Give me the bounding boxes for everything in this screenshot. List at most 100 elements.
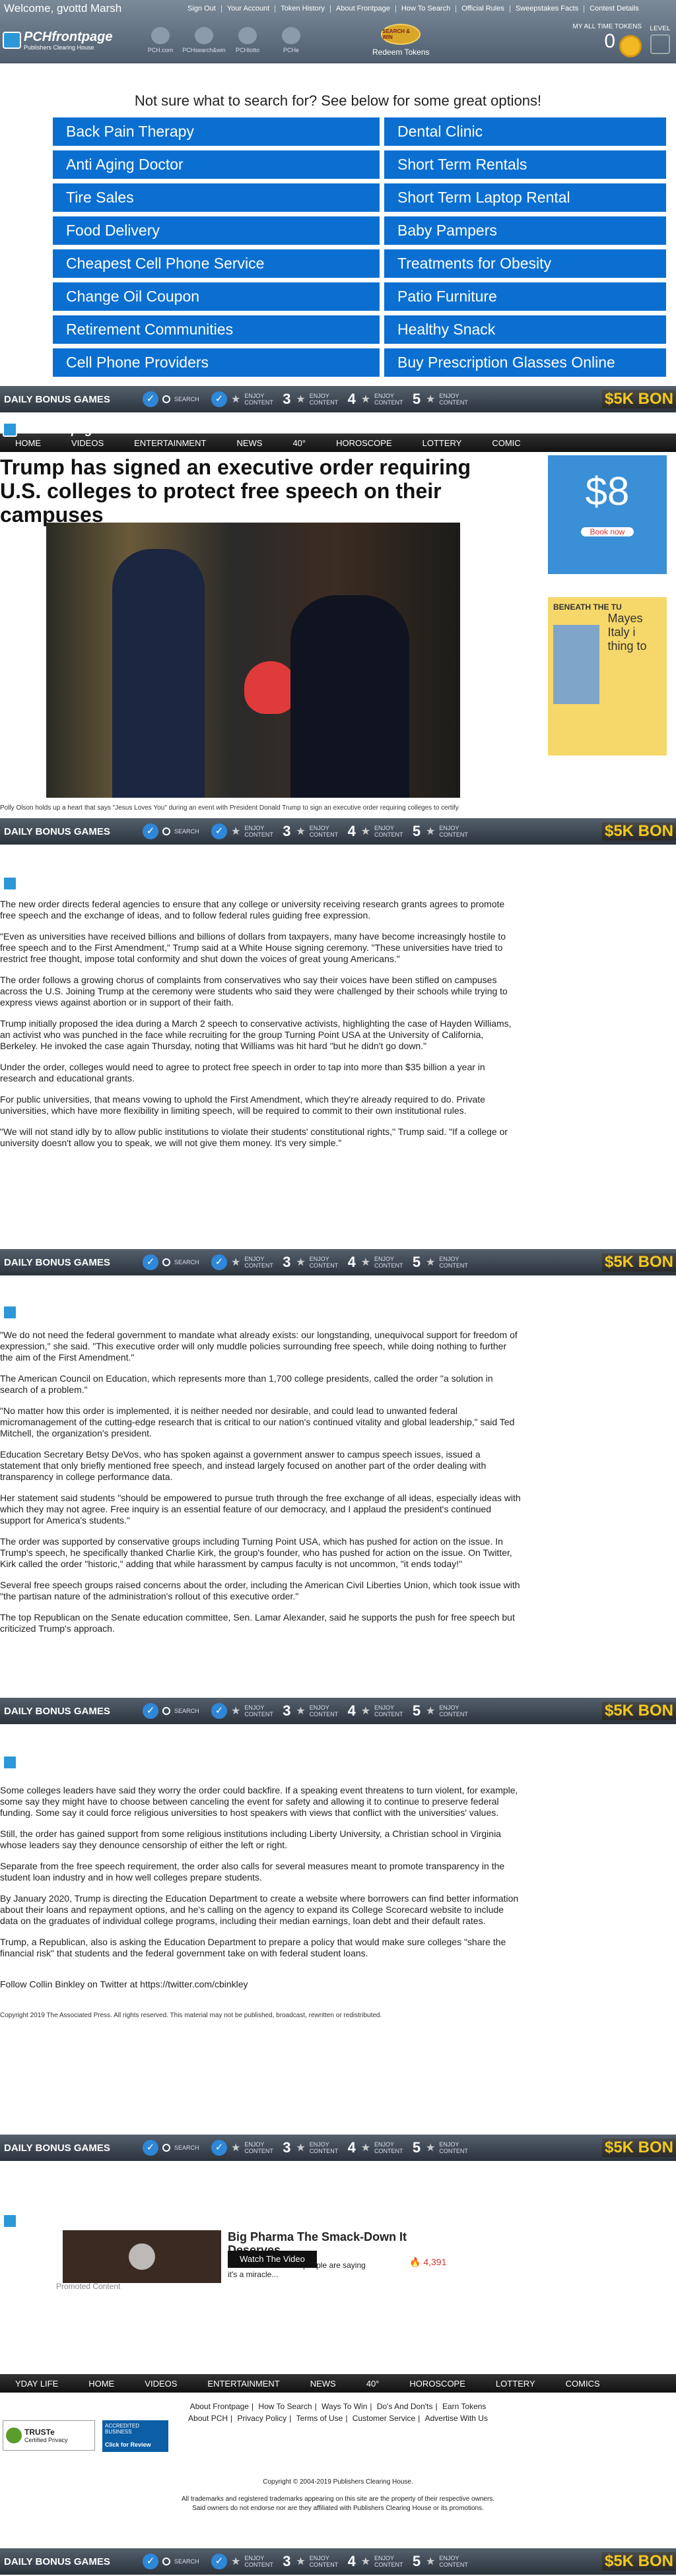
- bonus-4[interactable]: 4 ★ ENJOY CONTENT: [347, 1702, 406, 1720]
- nav-pch[interactable]: PCH.com: [139, 27, 182, 53]
- bonus-4[interactable]: 4 ★ ENJOY CONTENT: [347, 823, 406, 840]
- bonus-3[interactable]: 3 ★ ENJOY CONTENT: [281, 391, 341, 408]
- bonus-4[interactable]: 4 ★ ENJOY CONTENT: [347, 1254, 406, 1271]
- bonus-search[interactable]: ✓ SEARCH: [143, 391, 206, 407]
- nav-horoscope[interactable]: HOROSCOPE: [394, 2379, 481, 2389]
- bonus-search[interactable]: ✓ SEARCH: [143, 2140, 206, 2156]
- your-account-link[interactable]: Your Account: [220, 5, 275, 13]
- bonus-search[interactable]: ✓ SEARCH: [143, 823, 206, 839]
- truste-badge[interactable]: TRUSTe Certified Privacy: [3, 2420, 95, 2451]
- token-history-link[interactable]: Token History: [275, 5, 330, 13]
- bonus-3[interactable]: 3 ★ ENJOY CONTENT: [281, 1254, 341, 1271]
- footer-link[interactable]: Earn Tokens: [440, 2402, 489, 2411]
- nav-home[interactable]: HOME: [73, 2379, 129, 2389]
- footer-link[interactable]: Ways To Win: [319, 2402, 370, 2411]
- suggestion-link[interactable]: Retirement Communities: [53, 315, 380, 344]
- nav-comics[interactable]: COMICS: [551, 2379, 615, 2389]
- bonus-search[interactable]: ✓ SEARCH: [143, 1254, 206, 1270]
- bonus-5[interactable]: 5 ★ ENJOY CONTENT: [411, 1702, 471, 1720]
- bonus-3[interactable]: 3 ★ ENJOY CONTENT: [281, 2139, 341, 2156]
- ad-banner-2[interactable]: BENEATH THE TU Mayes Italy i thing to: [548, 597, 667, 756]
- bonus-4[interactable]: 4 ★ ENJOY CONTENT: [347, 2553, 406, 2570]
- suggestion-link[interactable]: Back Pain Therapy: [53, 117, 380, 146]
- footer-link[interactable]: About PCH: [186, 2414, 230, 2423]
- suggestion-link[interactable]: Cheapest Cell Phone Service: [53, 249, 380, 278]
- how-to-search-link[interactable]: How To Search: [395, 5, 456, 13]
- ad-banner-1[interactable]: $8 Book now: [548, 455, 667, 574]
- bonus-enjoy[interactable]: ✓ ★ ENJOY CONTENT: [211, 391, 276, 407]
- bonus-5[interactable]: 5 ★ ENJOY CONTENT: [411, 2139, 471, 2156]
- bonus-4[interactable]: 4 ★ ENJOY CONTENT: [347, 391, 406, 408]
- bonus-enjoy[interactable]: ✓ ★ ENJOY CONTENT: [211, 2140, 276, 2156]
- bonus-3[interactable]: 3 ★ ENJOY CONTENT: [281, 1702, 341, 1720]
- bonus-prize[interactable]: $5K BON: [601, 1253, 676, 1272]
- nav-news[interactable]: NEWS: [295, 2379, 351, 2389]
- footer-link[interactable]: Privacy Policy: [235, 2414, 290, 2423]
- nav-search-win[interactable]: PCHsearch&win: [182, 27, 226, 53]
- bonus-5[interactable]: 5 ★ ENJOY CONTENT: [411, 391, 471, 408]
- floating-logo[interactable]: PCHfrontpage: [3, 416, 99, 443]
- nav-entertainment[interactable]: ENTERTAINMENT: [119, 438, 221, 448]
- suggestion-link[interactable]: Anti Aging Doctor: [53, 150, 380, 179]
- bonus-prize[interactable]: $5K BON: [601, 2139, 676, 2157]
- bonus-5[interactable]: 5 ★ ENJOY CONTENT: [411, 823, 471, 840]
- nav-lottery[interactable]: LOTTERY: [481, 2379, 551, 2389]
- suggestion-link[interactable]: Cell Phone Providers: [53, 348, 380, 377]
- bonus-enjoy[interactable]: ✓ ★ ENJOY CONTENT: [211, 1254, 276, 1270]
- suggestion-link[interactable]: Baby Pampers: [384, 216, 666, 245]
- official-rules-link[interactable]: Official Rules: [456, 5, 510, 13]
- bonus-enjoy[interactable]: ✓ ★ ENJOY CONTENT: [211, 2554, 276, 2569]
- nav-comics[interactable]: COMIC: [477, 438, 535, 448]
- contest-details-link[interactable]: Contest Details: [584, 5, 644, 13]
- bonus-5[interactable]: 5 ★ ENJOY CONTENT: [411, 2553, 471, 2570]
- floating-logo[interactable]: PCHfrontpage: [3, 870, 99, 897]
- floating-logo[interactable]: PCHfrontpage: [3, 1749, 99, 1776]
- bbb-badge[interactable]: ACCREDITED BUSINESS Click for Review: [102, 2420, 168, 2452]
- footer-link[interactable]: Customer Service: [350, 2414, 418, 2423]
- suggestion-link[interactable]: Dental Clinic: [384, 117, 666, 146]
- suggestion-link[interactable]: Food Delivery: [53, 216, 380, 245]
- floating-logo[interactable]: PCHfrontpage: [3, 1299, 99, 1326]
- nav-e[interactable]: PCHe: [269, 27, 313, 53]
- footer-link[interactable]: Advertise With Us: [422, 2414, 490, 2423]
- bonus-3[interactable]: 3 ★ ENJOY CONTENT: [281, 2553, 341, 2570]
- pch-logo[interactable]: PCHfrontpage Publishers Clearing House: [3, 27, 128, 53]
- follow-author[interactable]: Follow Collin Binkley on Twitter at http…: [0, 1979, 522, 1990]
- bonus-enjoy[interactable]: ✓ ★ ENJOY CONTENT: [211, 823, 276, 839]
- nav-entertainment[interactable]: ENTERTAINMENT: [192, 2379, 294, 2389]
- nav-videos[interactable]: VIDEOS: [129, 2379, 192, 2389]
- suggestion-link[interactable]: Buy Prescription Glasses Online: [384, 348, 666, 377]
- footer-link[interactable]: Do's And Don'ts: [374, 2402, 436, 2411]
- suggestion-link[interactable]: Healthy Snack: [384, 315, 666, 344]
- weather-temp[interactable]: 40°: [351, 2379, 395, 2389]
- suggestion-link[interactable]: Tire Sales: [53, 183, 380, 212]
- bonus-5[interactable]: 5 ★ ENJOY CONTENT: [411, 1254, 471, 1271]
- nav-lotto[interactable]: PCHlotto: [226, 27, 269, 53]
- bonus-enjoy[interactable]: ✓ ★ ENJOY CONTENT: [211, 1703, 276, 1719]
- bonus-4[interactable]: 4 ★ ENJOY CONTENT: [347, 2139, 406, 2156]
- nav-news[interactable]: NEWS: [221, 438, 277, 448]
- bonus-prize[interactable]: $5K BON: [601, 1702, 676, 1720]
- redeem-tokens-button[interactable]: SEARCH & WIN Redeem Tokens: [372, 24, 430, 57]
- suggestion-link[interactable]: Treatments for Obesity: [384, 249, 666, 278]
- footer-link[interactable]: How To Search: [255, 2402, 314, 2411]
- bonus-prize[interactable]: $5K BON: [601, 822, 676, 841]
- bonus-prize[interactable]: $5K BON: [601, 390, 676, 408]
- footer-link[interactable]: Terms of Use: [294, 2414, 346, 2423]
- bonus-3[interactable]: 3 ★ ENJOY CONTENT: [281, 823, 341, 840]
- bonus-search[interactable]: ✓ SEARCH: [143, 1703, 206, 1719]
- bonus-search[interactable]: ✓ SEARCH: [143, 2554, 206, 2569]
- about-frontpage-link[interactable]: About Frontpage: [329, 5, 395, 13]
- watch-video-button[interactable]: Watch The Video: [228, 2251, 317, 2268]
- suggestion-link[interactable]: Change Oil Coupon: [53, 282, 380, 311]
- sign-out-link[interactable]: Sign Out: [182, 5, 221, 13]
- footer-link[interactable]: About Frontpage: [187, 2402, 252, 2411]
- nav-horoscope[interactable]: HOROSCOPE: [321, 438, 407, 448]
- weather-temp[interactable]: 40°: [277, 438, 321, 448]
- nav-everyday-life[interactable]: YDAY LIFE: [0, 2379, 73, 2389]
- nav-lottery[interactable]: LOTTERY: [407, 438, 477, 448]
- suggestion-link[interactable]: Short Term Laptop Rental: [384, 183, 666, 212]
- sweepstakes-facts-link[interactable]: Sweepstakes Facts: [509, 5, 584, 13]
- suggestion-link[interactable]: Short Term Rentals: [384, 150, 666, 179]
- ad-book-button[interactable]: Book now: [581, 527, 634, 536]
